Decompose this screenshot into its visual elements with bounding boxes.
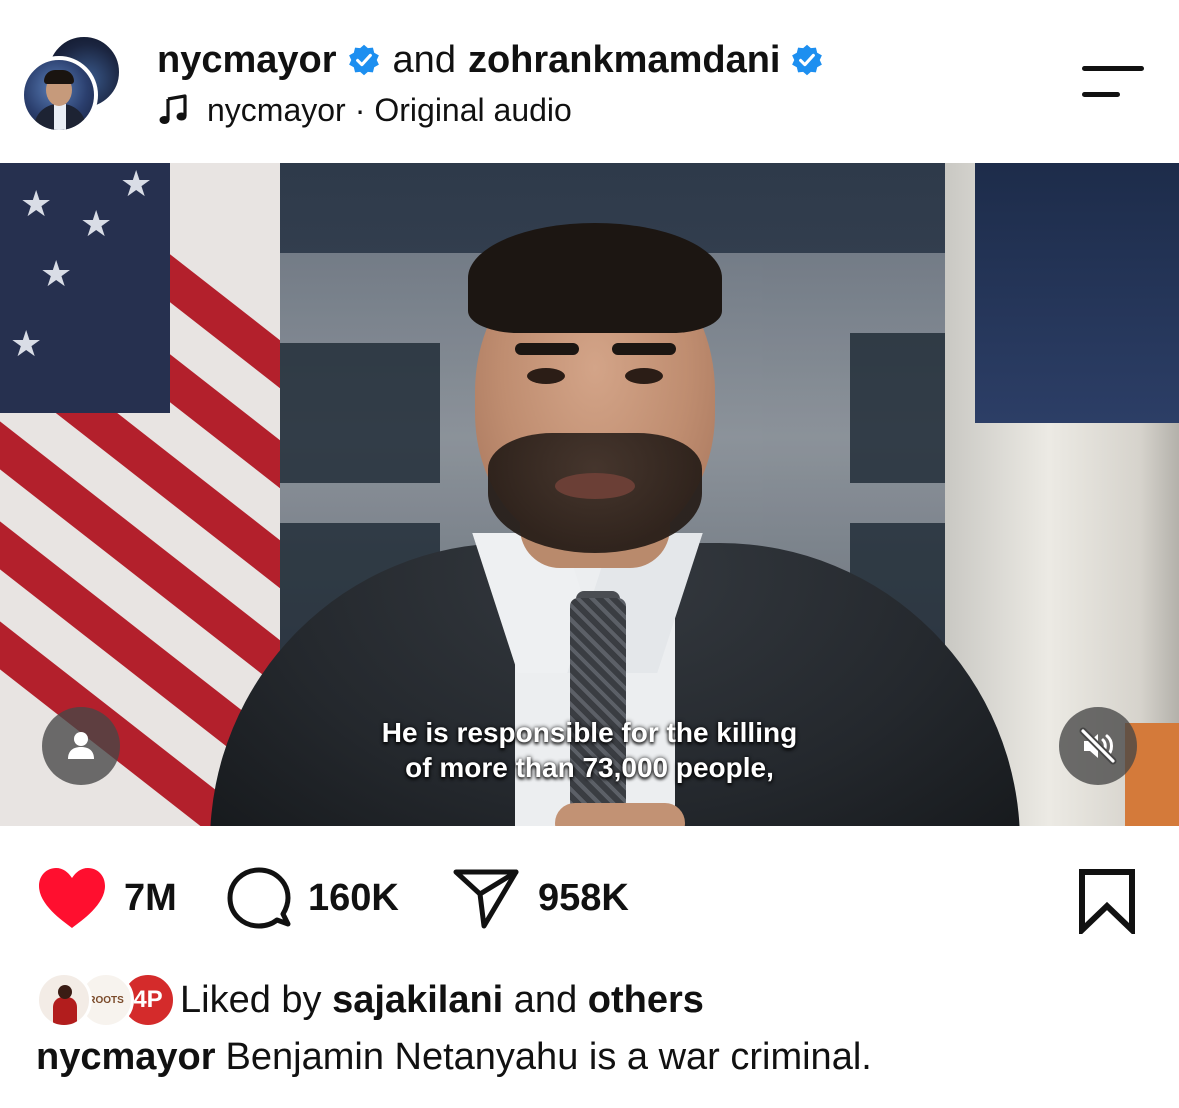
action-bar: 7M 160K 958K	[0, 860, 1179, 940]
author-avatar[interactable]	[20, 56, 98, 134]
post-header: nycmayor and zohrankmamdani nycmayor · O…	[0, 0, 1179, 163]
comment-count: 160K	[308, 876, 399, 919]
share-count: 958K	[538, 876, 629, 919]
caption-username[interactable]: nycmayor	[36, 1036, 216, 1078]
collaborator-username[interactable]: zohrankmamdani	[468, 39, 781, 82]
caption-text: Benjamin Netanyahu is a war criminal.	[225, 1036, 872, 1078]
bookmark-icon[interactable]	[1076, 868, 1138, 934]
verified-badge-icon	[348, 44, 379, 76]
audio-owner: nycmayor	[207, 91, 346, 128]
audio-label: Original audio	[374, 91, 572, 128]
liked-by-joiner: and	[513, 978, 578, 1021]
collab-avatars[interactable]	[20, 34, 124, 134]
audio-separator: ·	[354, 91, 366, 128]
reel-video[interactable]: ★ ★ ★ ★ ★ He is responsible for the kill…	[0, 163, 1179, 826]
tagged-people-button[interactable]	[42, 707, 120, 785]
author-username[interactable]: nycmayor	[157, 39, 337, 82]
like-button[interactable]: 7M	[36, 866, 177, 930]
like-count: 7M	[124, 876, 177, 919]
speaker-muted-icon	[1079, 727, 1117, 765]
liked-by-others[interactable]: others	[588, 979, 704, 1022]
heart-filled-icon	[39, 868, 105, 928]
person-icon	[68, 732, 94, 759]
liked-by-prefix: Liked by	[180, 978, 322, 1021]
post-caption: nycmayor Benjamin Netanyahu is a war crim…	[36, 1036, 872, 1079]
music-note-icon	[159, 94, 187, 124]
verified-badge-icon	[792, 44, 823, 76]
liker-avatars[interactable]: ROOTS 4P	[36, 968, 176, 1032]
comment-icon	[227, 867, 291, 929]
share-button[interactable]: 958K	[452, 866, 629, 930]
paper-plane-icon	[453, 869, 519, 929]
audio-attribution[interactable]: nycmayor · Original audio	[157, 88, 572, 132]
video-subtitle: He is responsible for the killing of mor…	[381, 717, 798, 783]
liked-by-row[interactable]: ROOTS 4P Liked by sajakilani and others	[36, 968, 704, 1032]
post-authors: nycmayor and zohrankmamdani	[157, 36, 824, 84]
more-options-icon[interactable]	[1082, 66, 1144, 100]
authors-connector: and	[392, 38, 456, 81]
comment-button[interactable]: 160K	[226, 866, 399, 930]
liker-username[interactable]: sajakilani	[332, 979, 503, 1022]
liker-avatar[interactable]	[36, 972, 92, 1028]
mute-toggle-button[interactable]	[1059, 707, 1137, 785]
